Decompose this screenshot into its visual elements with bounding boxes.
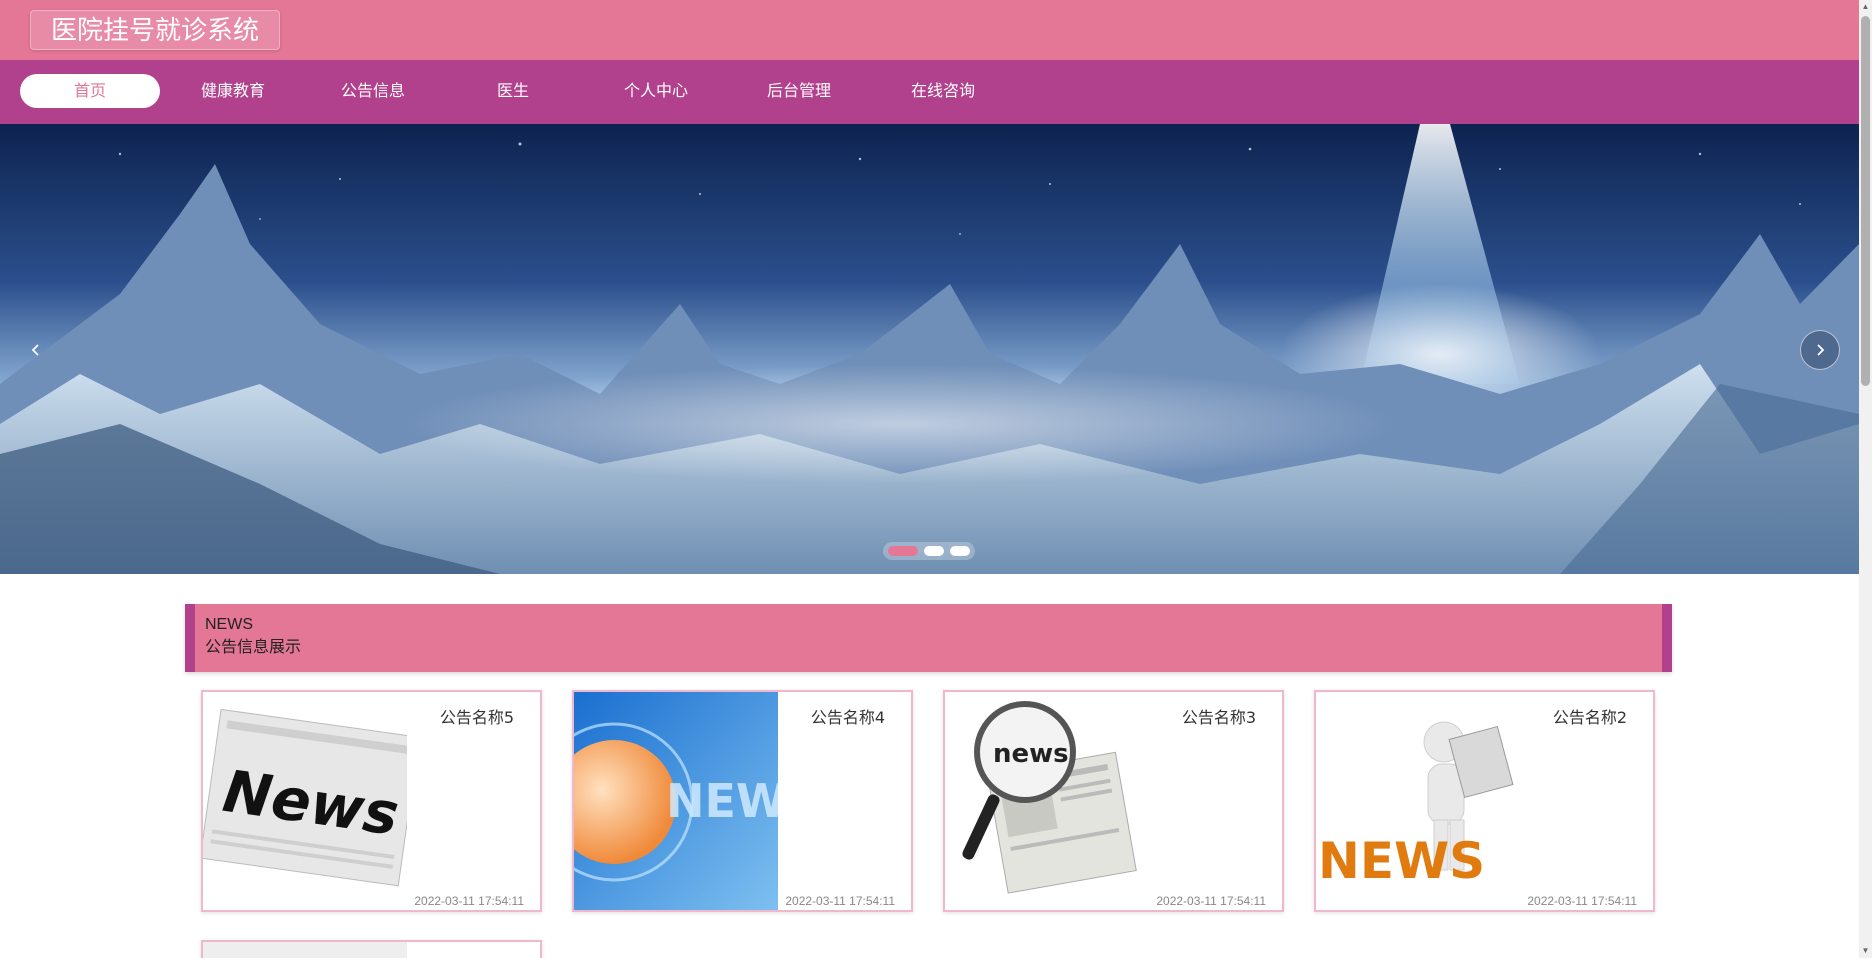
news-card[interactable]: News 公告名称5 2022-03-11 17:54:11	[201, 690, 542, 912]
scroll-down-arrow-icon[interactable]: ▼	[1859, 944, 1872, 958]
svg-text:NEWS: NEWS	[1318, 832, 1485, 890]
news-section-title-cn: 公告信息展示	[205, 637, 302, 656]
news-card-title: 公告名称4	[810, 708, 885, 727]
svg-text:news: news	[993, 739, 1069, 769]
news-section-title-en: NEWS	[205, 616, 253, 633]
nav-item-personal-center[interactable]: 个人中心	[586, 74, 726, 108]
nav-item-announcements[interactable]: 公告信息	[303, 74, 443, 108]
page-scrollbar[interactable]: ▲ ▼	[1859, 0, 1872, 958]
top-header: 医院挂号就诊系统	[0, 0, 1859, 60]
carousel-indicators	[883, 542, 975, 560]
nav-item-home[interactable]: 首页	[20, 74, 160, 108]
news-card[interactable]: news 公告名称3 2022-03-11 17:54:11	[943, 690, 1284, 912]
carousel-dot[interactable]	[924, 546, 944, 556]
site-title[interactable]: 医院挂号就诊系统	[30, 10, 281, 50]
news-card-time: 2022-03-11 17:54:11	[785, 894, 895, 908]
news-card[interactable]: NEWS 公告名称2 2022-03-11 17:54:11	[1314, 690, 1655, 912]
news-thumbnail-globe: NEW	[574, 692, 778, 910]
news-card[interactable]	[201, 940, 542, 958]
news-card-time: 2022-03-11 17:54:11	[1527, 894, 1637, 908]
carousel-next-button[interactable]	[1800, 330, 1840, 370]
nav-item-online-consult[interactable]: 在线咨询	[873, 74, 1013, 108]
news-thumbnail	[203, 942, 407, 958]
chevron-right-icon	[1817, 344, 1825, 356]
main-nav: 首页 健康教育 公告信息 医生 个人中心 后台管理 在线咨询	[0, 60, 1859, 124]
nav-item-health-education[interactable]: 健康教育	[163, 74, 303, 108]
news-card-time: 2022-03-11 17:54:11	[414, 894, 524, 908]
news-card-time: 2022-03-11 17:54:11	[1156, 894, 1266, 908]
scroll-thumb[interactable]	[1861, 16, 1870, 386]
news-card-title: 公告名称3	[1181, 708, 1256, 727]
news-section-header: NEWS 公告信息展示	[185, 604, 1672, 672]
scroll-up-arrow-icon[interactable]: ▲	[1859, 0, 1872, 14]
svg-text:NEW: NEW	[666, 774, 778, 828]
carousel-dot[interactable]	[950, 546, 970, 556]
carousel-dot[interactable]	[888, 546, 918, 556]
banner-image	[0, 124, 1859, 574]
banner-carousel[interactable]	[0, 124, 1859, 574]
chevron-left-icon	[31, 344, 39, 356]
nav-item-doctors[interactable]: 医生	[443, 74, 583, 108]
carousel-prev-button[interactable]	[16, 330, 56, 370]
news-thumbnail-figure: NEWS	[1316, 692, 1520, 910]
news-thumbnail-newspaper: News	[203, 692, 407, 910]
nav-item-admin[interactable]: 后台管理	[729, 74, 869, 108]
news-card-title: 公告名称2	[1552, 708, 1627, 727]
news-thumbnail-magnifier: news	[945, 692, 1149, 910]
news-card-title: 公告名称5	[439, 708, 514, 727]
news-card[interactable]: NEW 公告名称4 2022-03-11 17:54:11	[572, 690, 913, 912]
